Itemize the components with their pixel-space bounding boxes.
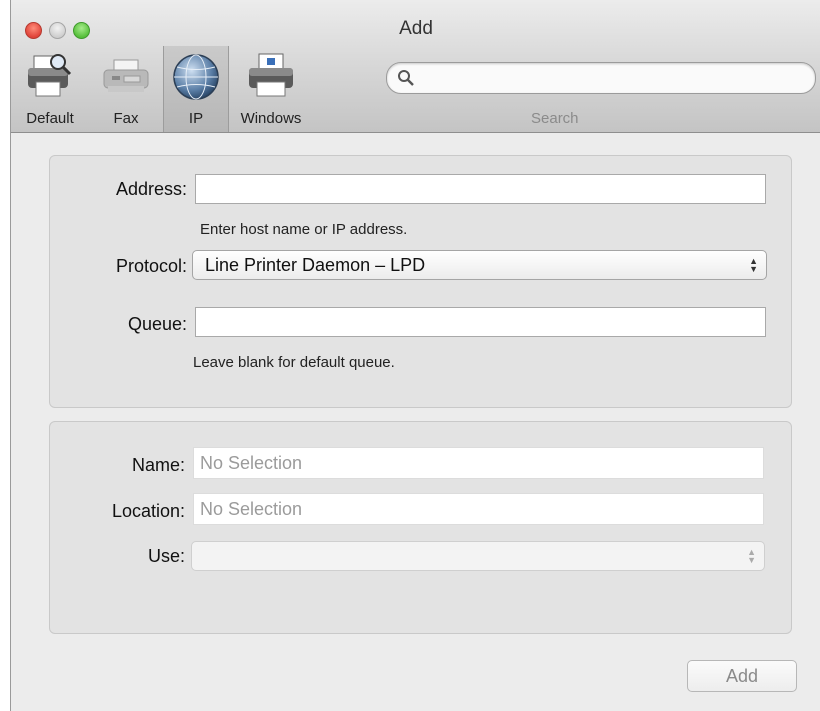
window-title: Add xyxy=(399,18,433,39)
toolbar-label-windows: Windows xyxy=(240,110,302,127)
fax-icon xyxy=(103,59,149,92)
add-printer-window: Add Default Fax IP Windows Search Addres… xyxy=(10,0,820,711)
name-field[interactable]: No Selection xyxy=(193,447,764,479)
protocol-select[interactable]: Line Printer Daemon – LPD ▲ ▼ xyxy=(192,250,767,280)
toolbar-item-fax[interactable]: Fax xyxy=(96,46,156,132)
address-label: Address: xyxy=(115,179,187,199)
location-field[interactable]: No Selection xyxy=(193,493,764,525)
address-field[interactable] xyxy=(195,174,766,204)
connection-panel: Address: Enter host name or IP address. … xyxy=(49,155,792,408)
printer-info-panel: Name: No Selection Location: No Selectio… xyxy=(49,421,792,634)
globe-icon xyxy=(173,54,219,100)
protocol-label: Protocol: xyxy=(115,256,187,276)
queue-hint: Leave blank for default queue. xyxy=(193,354,395,371)
select-arrows-icon: ▲ ▼ xyxy=(747,547,756,565)
toolbar-item-ip[interactable]: IP xyxy=(163,46,229,132)
printer-search-icon xyxy=(28,54,72,97)
protocol-value: Line Printer Daemon – LPD xyxy=(205,255,426,275)
toolbar: Add Default Fax IP Windows Search xyxy=(11,0,820,133)
add-button[interactable]: Add xyxy=(687,660,797,692)
use-label: Use: xyxy=(147,546,185,566)
name-label: Name: xyxy=(131,455,185,475)
toolbar-item-windows[interactable]: Windows xyxy=(231,46,311,132)
location-label: Location: xyxy=(111,501,185,521)
windows-printer-icon xyxy=(249,53,293,97)
toolbar-label-default: Default xyxy=(26,110,74,127)
select-arrows-icon: ▲ ▼ xyxy=(749,256,758,274)
address-hint: Enter host name or IP address. xyxy=(200,221,408,238)
use-select[interactable]: ▲ ▼ xyxy=(191,541,765,571)
search-field[interactable] xyxy=(386,62,816,94)
queue-field[interactable] xyxy=(195,307,766,337)
queue-label: Queue: xyxy=(127,314,187,334)
search-label: Search xyxy=(531,110,579,127)
toolbar-label-ip: IP xyxy=(188,110,204,127)
search-icon xyxy=(398,70,414,86)
toolbar-label-fax: Fax xyxy=(113,110,139,127)
toolbar-item-default[interactable]: Default xyxy=(11,46,89,132)
